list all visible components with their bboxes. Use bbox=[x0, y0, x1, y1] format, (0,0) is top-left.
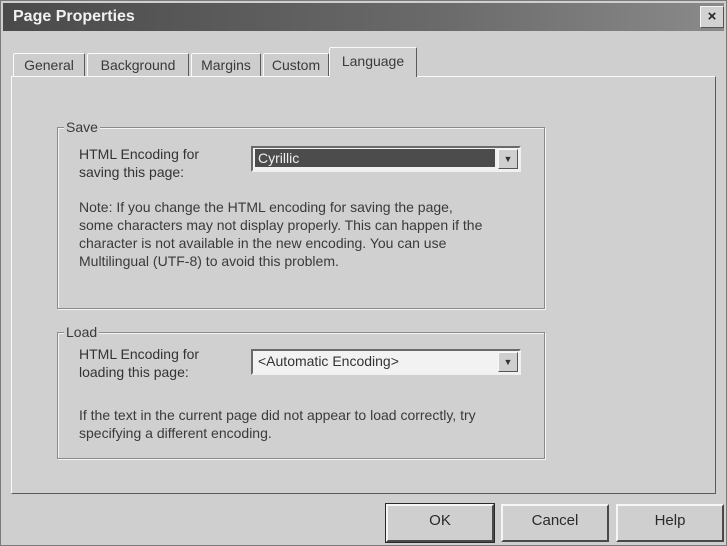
save-encoding-label-line1: HTML Encoding for bbox=[79, 146, 200, 162]
load-encoding-label-line2: loading this page: bbox=[79, 364, 189, 380]
language-tab-panel: Save HTML Encoding for saving this page:… bbox=[11, 76, 716, 494]
dialog-title: Page Properties bbox=[13, 8, 135, 25]
tab-margins[interactable]: Margins bbox=[191, 53, 261, 76]
note-line: Note: If you change the HTML encoding fo… bbox=[79, 199, 453, 215]
load-encoding-select[interactable]: <Automatic Encoding> ▼ bbox=[251, 349, 521, 375]
load-encoding-value: <Automatic Encoding> bbox=[258, 353, 399, 369]
title-bar[interactable]: Page Properties × bbox=[3, 3, 724, 31]
load-encoding-label-line1: HTML Encoding for bbox=[79, 346, 200, 362]
cancel-button[interactable]: Cancel bbox=[501, 504, 609, 542]
chevron-down-icon[interactable]: ▼ bbox=[498, 149, 518, 169]
tab-general[interactable]: General bbox=[13, 53, 85, 76]
save-encoding-label: HTML Encoding for saving this page: bbox=[79, 145, 199, 181]
save-group: Save HTML Encoding for saving this page:… bbox=[57, 119, 545, 309]
ok-button[interactable]: OK bbox=[385, 503, 495, 543]
help-button[interactable]: Help bbox=[616, 504, 724, 542]
save-encoding-value: Cyrillic bbox=[255, 149, 495, 167]
tab-background[interactable]: Background bbox=[87, 53, 189, 76]
tab-language[interactable]: Language bbox=[329, 47, 417, 77]
save-encoding-select[interactable]: Cyrillic ▼ bbox=[251, 146, 521, 172]
note-line: specifying a different encoding. bbox=[79, 425, 272, 441]
chevron-down-icon[interactable]: ▼ bbox=[498, 352, 518, 372]
tab-custom[interactable]: Custom bbox=[263, 53, 329, 76]
load-group-legend: Load bbox=[64, 324, 100, 340]
page-properties-dialog: Page Properties × General Background Mar… bbox=[0, 0, 727, 546]
note-line: Multilingual (UTF-8) to avoid this probl… bbox=[79, 253, 339, 269]
load-encoding-note: If the text in the current page did not … bbox=[79, 406, 476, 442]
close-icon[interactable]: × bbox=[700, 6, 724, 28]
note-line: some characters may not display properly… bbox=[79, 217, 483, 233]
save-group-legend: Save bbox=[64, 119, 100, 135]
save-encoding-note: Note: If you change the HTML encoding fo… bbox=[79, 198, 482, 270]
load-encoding-label: HTML Encoding for loading this page: bbox=[79, 345, 199, 381]
note-line: If the text in the current page did not … bbox=[79, 407, 476, 423]
save-encoding-label-line2: saving this page: bbox=[79, 164, 185, 180]
note-line: character is not available in the new en… bbox=[79, 235, 447, 251]
load-group: Load HTML Encoding for loading this page… bbox=[57, 324, 545, 459]
